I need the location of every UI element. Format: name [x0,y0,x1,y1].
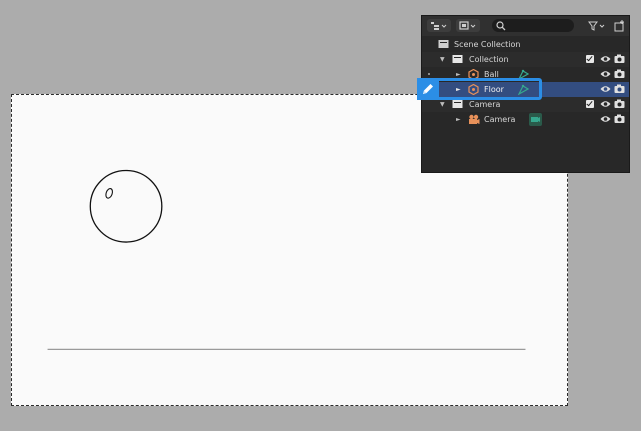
expand-down-icon[interactable]: ▼ [440,55,445,64]
render-camera-icon[interactable] [614,69,625,79]
filter-icon[interactable] [586,19,608,32]
exclude-checkbox[interactable] [586,55,594,63]
search-icon [496,21,506,31]
collection-icon [452,55,463,63]
eye-icon[interactable] [600,69,611,79]
scene-collection-icon [438,40,449,48]
camera-object-icon [469,114,480,124]
view-layer-icon[interactable] [456,19,480,32]
eye-icon[interactable] [600,54,611,64]
outliner-display-mode-icon[interactable] [427,19,451,32]
exclude-checkbox[interactable] [586,100,594,108]
new-collection-icon[interactable] [613,19,627,32]
render-camera-icon[interactable] [614,54,625,64]
blender-window: Scene Collection ▼ Collection ► Ball ► F… [0,0,641,431]
scene-collection-label: Scene Collection [454,40,521,49]
camera-object-label: Camera [484,115,516,124]
ball-highlight-sketch [105,188,113,199]
outliner-row-collection[interactable]: ▼ Collection [422,52,629,67]
ball-sketch [89,169,163,243]
collection-label: Collection [469,55,509,64]
render-camera-icon[interactable] [614,84,625,94]
row-dot [428,73,430,75]
expand-down-icon[interactable]: ▼ [440,100,445,109]
collection-icon [452,100,463,108]
eye-icon[interactable] [600,99,611,109]
render-camera-icon[interactable] [614,99,625,109]
expand-right-icon[interactable]: ► [456,115,461,124]
eye-icon[interactable] [600,114,611,124]
search-input[interactable] [492,19,574,32]
outliner-row-camera-object[interactable]: ► Camera [422,112,629,127]
pencil-icon [417,78,439,100]
render-camera-icon[interactable] [614,114,625,124]
outliner-row-scene-collection[interactable]: Scene Collection [422,37,629,52]
camera-collection-label: Camera [469,100,501,109]
outliner-header [422,16,629,36]
eye-icon[interactable] [600,84,611,94]
camera-data-icon [529,113,542,126]
